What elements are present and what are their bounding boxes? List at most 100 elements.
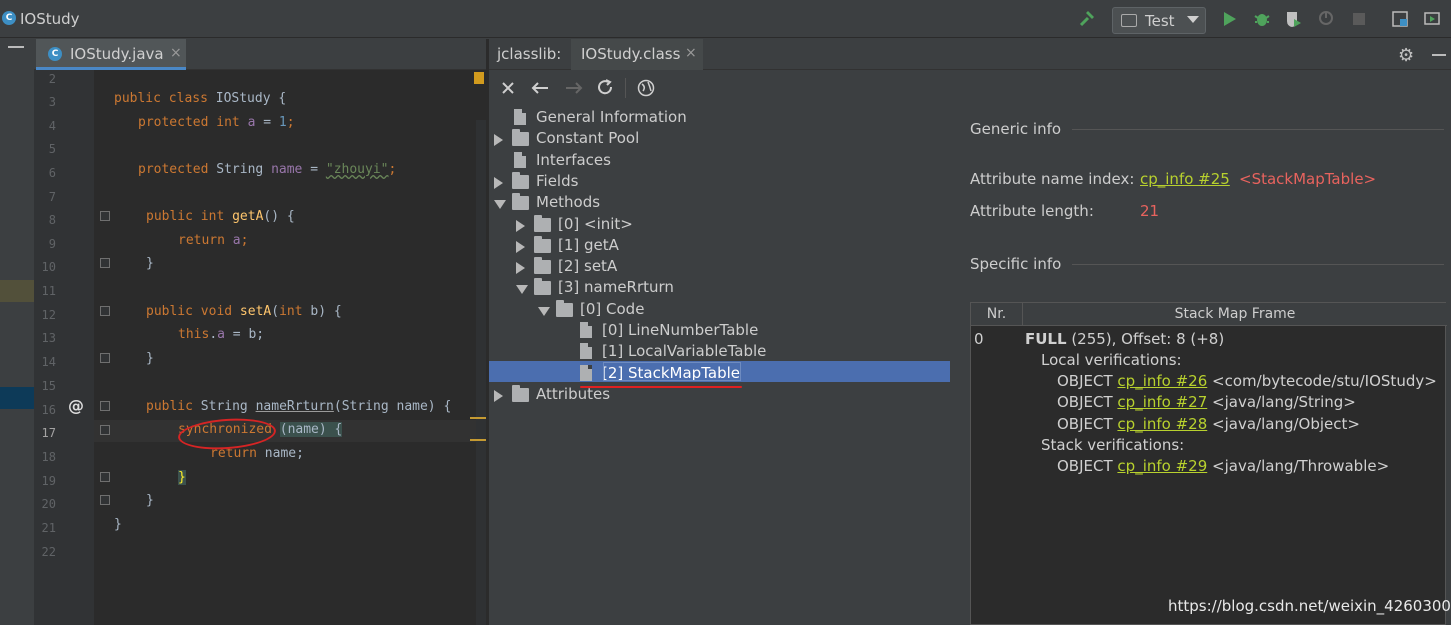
token: this <box>178 327 210 342</box>
folder-icon <box>512 129 529 146</box>
expand-arrow-icon[interactable] <box>516 262 525 274</box>
stop-icon[interactable] <box>1350 10 1368 28</box>
fold-marker-icon[interactable] <box>100 258 110 268</box>
line-number: 11 <box>41 284 56 298</box>
profile-icon[interactable] <box>1318 10 1336 28</box>
expand-arrow-icon[interactable] <box>494 390 503 402</box>
collapse-arrow-icon[interactable] <box>516 285 528 294</box>
line-number: 10 <box>41 260 56 274</box>
jclasslib-title: jclasslib: <box>497 45 562 63</box>
cp-info-link[interactable]: cp_info #28 <box>1117 415 1207 433</box>
code-line-19: } <box>178 470 186 485</box>
fold-marker-icon[interactable] <box>100 353 110 363</box>
code-line-8: public int getA() { <box>146 209 295 224</box>
editor-scrollbar[interactable] <box>476 120 486 625</box>
cp-info-link[interactable]: cp_info #26 <box>1117 372 1207 390</box>
token: getA <box>232 209 264 224</box>
folder-icon <box>512 385 529 402</box>
collapse-arrow-icon[interactable] <box>538 307 550 316</box>
fold-marker-icon[interactable] <box>100 211 110 221</box>
tree-node[interactable]: [1] LocalVariableTable <box>560 342 860 363</box>
tab-close-icon[interactable]: × <box>170 45 182 61</box>
presentation-icon[interactable] <box>1423 10 1441 28</box>
expand-arrow-icon[interactable] <box>494 177 503 189</box>
tree-node[interactable]: [2] setA <box>516 257 816 278</box>
tree-node[interactable]: [0] Code <box>538 300 838 321</box>
forward-arrow-icon[interactable] <box>565 81 583 95</box>
expand-arrow-icon[interactable] <box>494 134 503 146</box>
run-icon[interactable] <box>1221 10 1239 28</box>
fold-marker-icon[interactable] <box>100 495 110 505</box>
token: ( <box>271 304 280 319</box>
code-line-9: return a; <box>178 233 248 248</box>
fold-marker-icon[interactable] <box>100 425 110 435</box>
tree-node[interactable]: [3] nameRrturn <box>516 278 816 299</box>
attribute-length-label: Attribute length: <box>970 202 1094 220</box>
tree-node[interactable]: Fields <box>494 172 794 193</box>
warning-marker-icon[interactable] <box>474 72 484 84</box>
expand-arrow-icon[interactable] <box>516 220 525 232</box>
app-class-icon: C <box>2 11 16 25</box>
error-stripe-mark[interactable] <box>470 417 486 419</box>
cp-info-link[interactable]: cp_info #27 <box>1117 393 1207 411</box>
collapse-dash-icon[interactable] <box>8 46 24 48</box>
file-icon <box>580 365 592 381</box>
line-number: 9 <box>48 237 56 251</box>
tree-node[interactable]: Attributes <box>494 385 794 406</box>
row-nr: 0 <box>974 330 984 348</box>
project-structure-icon[interactable] <box>1391 10 1409 28</box>
token: = b; <box>224 327 265 342</box>
attribute-name-index-link[interactable]: cp_info #25 <box>1140 170 1230 188</box>
tab-label: IOStudy.java <box>70 45 164 63</box>
fold-marker-icon[interactable] <box>100 472 110 482</box>
column-header-frame[interactable]: Stack Map Frame <box>1023 303 1447 326</box>
generic-info-title: Generic info <box>970 120 1062 138</box>
column-header-nr[interactable]: Nr. <box>971 303 1023 326</box>
cp-info-link[interactable]: cp_info #29 <box>1117 457 1207 475</box>
local-verification-row: OBJECT cp_info #26 <com/bytecode/stu/IOS… <box>1057 372 1437 390</box>
strip-highlight <box>0 280 34 302</box>
close-icon[interactable] <box>501 81 515 95</box>
tree-node[interactable]: [0] LineNumberTable <box>560 321 860 342</box>
web-icon[interactable] <box>637 79 655 97</box>
tab-close-icon[interactable]: × <box>685 45 697 61</box>
tab-iostudy-java[interactable]: C IOStudy.java × <box>36 39 186 70</box>
refresh-icon[interactable] <box>597 79 614 96</box>
fold-marker-icon[interactable] <box>100 306 110 316</box>
debug-bug-icon[interactable] <box>1253 10 1271 28</box>
tree-node[interactable]: Methods <box>494 193 794 214</box>
expand-arrow-icon[interactable] <box>516 241 525 253</box>
tree-node[interactable]: General Information <box>494 108 794 129</box>
folder-icon <box>556 300 573 317</box>
title-bar: C IOStudy Test <box>0 0 1451 38</box>
stack-map-frame-table[interactable]: Nr. Stack Map Frame 0 FULL (255), Offset… <box>970 302 1447 625</box>
run-configuration-select[interactable]: Test <box>1112 7 1206 34</box>
line-number: 12 <box>41 308 56 322</box>
object-keyword: OBJECT <box>1057 415 1113 433</box>
tab-iostudy-class[interactable]: IOStudy.class × <box>571 39 703 70</box>
toolbar-divider <box>625 78 626 98</box>
config-icon <box>1121 14 1137 27</box>
chevron-down-icon <box>1187 16 1199 23</box>
token: name; <box>264 446 304 461</box>
fold-marker-icon[interactable] <box>100 401 110 411</box>
token: a <box>232 233 241 248</box>
collapse-arrow-icon[interactable] <box>494 200 506 209</box>
token: ; <box>240 233 249 248</box>
gear-icon[interactable]: ⚙ <box>1398 45 1414 66</box>
hide-dash-icon[interactable] <box>1432 54 1446 56</box>
override-at-icon[interactable]: @ <box>68 396 84 415</box>
code-area[interactable] <box>94 70 486 625</box>
tree-node[interactable]: [0] <init> <box>516 215 816 236</box>
build-hammer-icon[interactable] <box>1078 10 1096 28</box>
tree-node[interactable]: [1] getA <box>516 236 816 257</box>
back-arrow-icon[interactable] <box>531 81 549 95</box>
run-configuration-label: Test <box>1145 12 1175 30</box>
tree-node-label: [0] Code <box>580 300 645 318</box>
coverage-icon[interactable] <box>1284 10 1302 28</box>
tree-node[interactable]: Constant Pool <box>494 129 794 150</box>
code-line-12: public void setA(int b) { <box>146 304 342 319</box>
token: public void <box>146 304 240 319</box>
error-stripe-mark[interactable] <box>470 439 486 441</box>
tree-node[interactable]: Interfaces <box>494 151 794 172</box>
